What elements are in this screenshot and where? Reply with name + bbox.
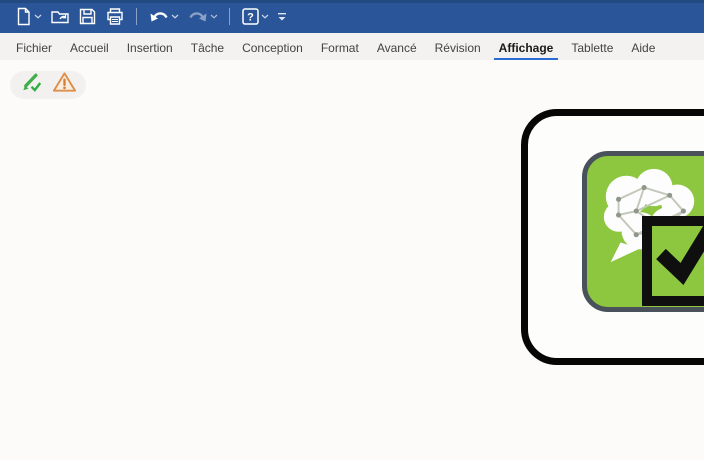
tab-accueil[interactable]: Accueil <box>61 33 118 62</box>
status-indicator-pill <box>10 71 86 99</box>
map-canvas[interactable] <box>0 60 704 460</box>
toolbar-separator <box>136 8 137 25</box>
print-icon <box>105 7 125 26</box>
tab-conception[interactable]: Conception <box>233 33 312 62</box>
tab-tablette[interactable]: Tablette <box>562 33 622 62</box>
ribbon-tab-bar: Fichier Accueil Insertion Tâche Concepti… <box>0 33 704 62</box>
svg-text:?: ? <box>247 12 254 24</box>
new-document-button[interactable] <box>10 5 46 29</box>
tab-insertion[interactable]: Insertion <box>118 33 182 62</box>
tab-revision[interactable]: Révision <box>426 33 490 62</box>
pen-check-icon[interactable] <box>20 70 45 100</box>
new-document-icon <box>14 7 33 26</box>
help-button[interactable]: ? <box>237 5 273 29</box>
toolbar-separator <box>229 8 230 25</box>
tab-format[interactable]: Format <box>312 33 368 62</box>
save-button[interactable] <box>74 5 101 29</box>
chevron-down-icon <box>171 14 179 19</box>
tab-avance[interactable]: Avancé <box>368 33 426 62</box>
chevron-down-icon <box>261 14 269 19</box>
undo-icon <box>148 8 170 26</box>
help-icon: ? <box>241 7 260 26</box>
redo-button[interactable] <box>183 5 222 29</box>
checkmark-box-icon <box>642 216 704 306</box>
topic-node[interactable] <box>521 109 704 365</box>
open-folder-icon <box>50 7 70 26</box>
redo-icon <box>187 8 209 26</box>
customize-toolbar-icon <box>277 11 287 22</box>
warning-icon[interactable] <box>52 70 77 100</box>
open-button[interactable] <box>46 5 74 29</box>
save-icon <box>78 7 97 26</box>
tab-aide[interactable]: Aide <box>622 33 664 62</box>
tab-affichage[interactable]: Affichage <box>490 33 563 62</box>
print-button[interactable] <box>101 5 129 29</box>
customize-toolbar-button[interactable] <box>273 5 291 29</box>
title-bar: ? <box>0 0 704 33</box>
chevron-down-icon <box>34 14 42 19</box>
undo-button[interactable] <box>144 5 183 29</box>
tab-tache[interactable]: Tâche <box>182 33 233 62</box>
tab-fichier[interactable]: Fichier <box>7 33 61 62</box>
chevron-down-icon <box>210 14 218 19</box>
